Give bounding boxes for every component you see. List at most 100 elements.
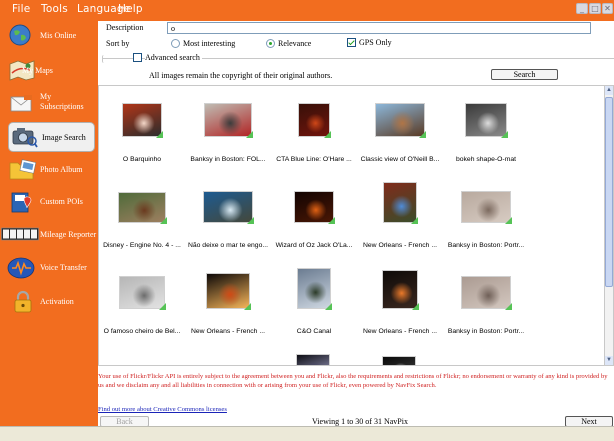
scroll-up-icon[interactable]: ▲ — [605, 86, 613, 95]
result-thumbnail[interactable]: Banksy in Boston: Portr... — [446, 182, 526, 262]
search-button[interactable]: Search — [491, 69, 558, 80]
sidebar-item-image-search[interactable]: Image Search — [8, 122, 95, 152]
thumbnail-caption: CTA Blue Line: O'Hare ... — [276, 156, 352, 163]
sidebar-item-label: Photo Album — [40, 165, 83, 174]
gps-tag-icon — [246, 131, 253, 138]
gps-tag-icon — [411, 217, 418, 224]
description-value: o — [171, 24, 175, 33]
sidebar-item-label: Mis Online — [40, 31, 77, 40]
result-thumbnail[interactable] — [188, 354, 268, 365]
result-thumbnail[interactable]: New Orleans - French ... — [360, 182, 440, 262]
result-thumbnail[interactable] — [274, 354, 354, 365]
thumbnail-image — [296, 354, 330, 365]
thumbnail-caption: New Orleans - French ... — [190, 328, 266, 335]
menu-tools[interactable]: Tools — [41, 3, 68, 15]
thumbnail-caption: O Barquinho — [122, 156, 162, 163]
thumbnail-image — [375, 103, 425, 137]
scroll-thumb[interactable] — [605, 97, 613, 287]
sidebar-item-photo-album[interactable]: Photo Album — [0, 155, 98, 187]
result-thumbnail[interactable]: Wizard of Oz Jack O'La... — [274, 182, 354, 262]
thumbnail-caption: Classic view of O'Neill B... — [360, 156, 440, 163]
envelope-icon — [10, 95, 32, 112]
gps-tag-icon — [412, 303, 419, 310]
gps-only-checkbox[interactable] — [347, 38, 356, 47]
sidebar-item-label: Custom POIs — [40, 197, 83, 206]
sidebar: Mis Online My Maps My Subscriptions Imag… — [0, 21, 98, 426]
sidebar-item-voice-transfer[interactable]: Voice Transfer — [0, 253, 98, 285]
sidebar-item-my-subscriptions[interactable]: My Subscriptions — [0, 89, 98, 121]
result-thumbnail[interactable]: New Orleans - French ... — [360, 268, 440, 348]
sidebar-item-label: Activation — [40, 297, 74, 306]
result-thumbnail[interactable]: CTA Blue Line: O'Hare ... — [274, 96, 354, 176]
result-thumbnail[interactable]: bokeh shape-O-mat — [446, 96, 526, 176]
thumbnail-caption: bokeh shape-O-mat — [455, 156, 517, 163]
result-thumbnail[interactable]: Não deixe o mar te engo... — [188, 182, 268, 262]
sort-relevance-radio[interactable] — [266, 39, 275, 48]
gps-tag-icon — [505, 303, 512, 310]
thumbnail-caption: Banksy in Boston: Portr... — [447, 328, 525, 335]
result-thumbnail[interactable] — [102, 354, 182, 365]
folder-icon — [9, 159, 37, 180]
minimize-icon[interactable]: _ — [576, 3, 588, 14]
gps-tag-icon — [244, 303, 251, 310]
scroll-down-icon[interactable]: ▼ — [605, 356, 613, 365]
gps-tag-icon — [159, 303, 166, 310]
divider-cap — [102, 55, 106, 63]
menu-help[interactable]: Help — [118, 3, 143, 15]
camera-icon — [12, 128, 38, 148]
thumbnail-image — [118, 192, 166, 223]
result-thumbnail[interactable]: Classic view of O'Neill B... — [360, 96, 440, 176]
thumbnail-caption: Banksy in Boston: Portr... — [447, 242, 525, 249]
result-thumbnail[interactable]: New Orleans - French ... — [188, 268, 268, 348]
sidebar-item-activation[interactable]: Activation — [0, 287, 98, 319]
odometer-icon — [1, 227, 39, 241]
sidebar-item-mileage-reporter[interactable]: Mileage Reporter — [0, 220, 98, 252]
menu-file[interactable]: File — [12, 3, 30, 15]
result-thumbnail[interactable]: Banksy in Boston: Portr... — [446, 268, 526, 348]
advanced-search-checkbox[interactable] — [133, 53, 142, 62]
sidebar-item-label-line1: My — [40, 92, 52, 101]
thumbnail-image — [203, 191, 253, 223]
advanced-search-label: Advanced search — [145, 53, 202, 62]
maximize-icon[interactable]: □ — [589, 3, 601, 14]
gps-tag-icon — [324, 131, 331, 138]
thumbnail-image — [461, 276, 511, 309]
creative-commons-link[interactable]: Find out more about Creative Commons lic… — [98, 406, 227, 413]
thumbnail-image — [204, 103, 252, 137]
result-thumbnail[interactable]: O famoso cheiro de Bel... — [102, 268, 182, 348]
thumbnail-caption: New Orleans - French ... — [362, 242, 438, 249]
thumbnail-caption: Wizard of Oz Jack O'La... — [275, 242, 353, 249]
sidebar-item-label: Image Search — [42, 133, 86, 142]
thumbnail-caption: O famoso cheiro de Bel... — [103, 328, 181, 335]
padlock-icon — [14, 290, 32, 313]
description-field[interactable]: o — [167, 22, 591, 34]
result-thumbnail[interactable]: C&O Canal — [274, 268, 354, 348]
sort-most-interesting-radio[interactable] — [171, 39, 180, 48]
result-thumbnail[interactable]: Banksy in Boston: FOL... — [188, 96, 268, 176]
status-bar — [0, 426, 614, 441]
results-grid: O Barquinho Banksy in Boston: FOL... CTA B… — [98, 85, 604, 366]
gps-tag-icon — [419, 131, 426, 138]
close-icon[interactable]: ✕ — [602, 3, 613, 14]
gps-tag-icon — [505, 217, 512, 224]
sidebar-item-custom-pois[interactable]: Custom POIs — [0, 187, 98, 219]
copyright-notice: All images remain the copyright of their… — [149, 71, 333, 80]
sidebar-item-label-line2: Subscriptions — [40, 102, 84, 111]
flickr-notice: Your use of Flickr/Flickr API is entirel… — [98, 373, 608, 389]
sort-option-label: Most interesting — [183, 39, 236, 48]
thumbnail-caption: C&O Canal — [296, 328, 332, 335]
thumbnail-caption: Não deixe o mar te engo... — [187, 242, 269, 249]
gps-tag-icon — [501, 131, 508, 138]
sidebar-item-mis-online[interactable]: Mis Online — [0, 21, 98, 53]
results-scrollbar[interactable]: ▲ ▼ — [604, 85, 614, 366]
result-thumbnail[interactable]: O Barquinho — [102, 96, 182, 176]
result-thumbnail[interactable] — [446, 354, 526, 365]
sidebar-item-label: My Maps — [22, 66, 53, 75]
audio-icon — [7, 257, 35, 279]
sidebar-item-label: Voice Transfer — [40, 263, 87, 272]
result-thumbnail[interactable] — [360, 354, 440, 365]
gps-tag-icon — [325, 303, 332, 310]
result-thumbnail[interactable]: Disney - Engine No. 4 - ... — [102, 182, 182, 262]
sidebar-item-my-maps[interactable]: My Maps — [0, 55, 98, 87]
thumbnail-caption: Banksy in Boston: FOL... — [190, 156, 266, 163]
